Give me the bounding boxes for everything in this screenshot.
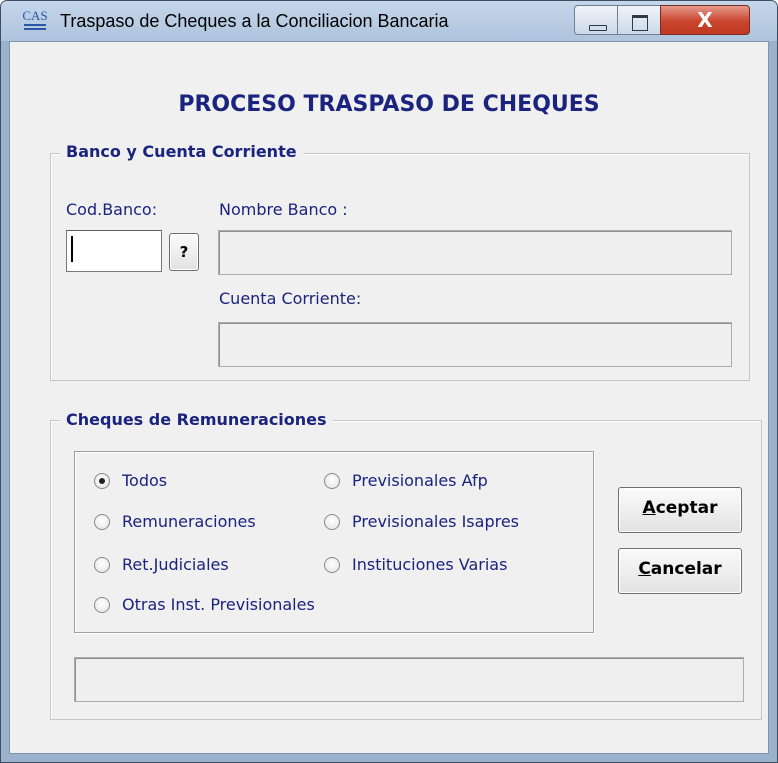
radio-indicator bbox=[94, 513, 110, 530]
cuenta-corriente-field bbox=[218, 322, 732, 367]
nombre-banco-field bbox=[218, 230, 732, 275]
app-icon[interactable]: CAS bbox=[22, 8, 48, 36]
radio-instituciones-varias[interactable]: Instituciones Varias bbox=[324, 555, 507, 574]
cod-banco-label: Cod.Banco: bbox=[66, 200, 158, 219]
cancel-mnemonic: C bbox=[638, 559, 651, 579]
radio-todos-label: Todos bbox=[122, 471, 168, 490]
radio-previsionales-afp-label: Previsionales Afp bbox=[352, 471, 488, 490]
text-caret bbox=[71, 236, 73, 262]
radio-remuneraciones-label: Remuneraciones bbox=[122, 512, 256, 531]
radio-indicator bbox=[94, 556, 110, 573]
radio-previsionales-isapres[interactable]: Previsionales Isapres bbox=[324, 512, 519, 531]
radio-previsionales-isapres-label: Previsionales Isapres bbox=[352, 512, 519, 531]
bank-lookup-button[interactable]: ? bbox=[169, 233, 199, 271]
radio-otras-inst-previsionales-label: Otras Inst. Previsionales bbox=[122, 595, 315, 614]
app-icon-text: CAS bbox=[22, 8, 48, 23]
bank-account-group-legend: Banco y Cuenta Corriente bbox=[60, 142, 303, 161]
cancel-button[interactable]: Cancelar bbox=[618, 548, 742, 594]
radio-remuneraciones[interactable]: Remuneraciones bbox=[94, 512, 256, 531]
close-button[interactable]: X bbox=[660, 5, 750, 35]
cheques-group-legend: Cheques de Remuneraciones bbox=[60, 410, 333, 429]
radio-ret-judiciales[interactable]: Ret.Judiciales bbox=[94, 555, 229, 574]
minimize-button[interactable] bbox=[574, 5, 618, 35]
radio-indicator bbox=[324, 513, 340, 530]
cuenta-corriente-label: Cuenta Corriente: bbox=[219, 289, 362, 308]
radio-indicator bbox=[94, 596, 110, 613]
close-icon: X bbox=[697, 8, 713, 32]
form-heading: PROCESO TRASPASO DE CHEQUES bbox=[178, 92, 600, 117]
cod-banco-input[interactable] bbox=[66, 230, 162, 272]
radio-todos[interactable]: Todos bbox=[94, 471, 167, 490]
radio-previsionales-afp[interactable]: Previsionales Afp bbox=[324, 471, 488, 490]
minimize-icon bbox=[589, 25, 607, 31]
radio-checked-indicator bbox=[94, 472, 110, 489]
maximize-button[interactable] bbox=[617, 5, 661, 35]
accept-button[interactable]: Aceptar bbox=[618, 487, 742, 533]
radio-ret-judiciales-label: Ret.Judiciales bbox=[122, 555, 229, 574]
maximize-icon bbox=[632, 15, 648, 31]
status-field bbox=[74, 657, 744, 702]
radio-indicator bbox=[324, 472, 340, 489]
cancel-label: ancelar bbox=[650, 559, 722, 579]
radio-instituciones-varias-label: Instituciones Varias bbox=[352, 555, 508, 574]
accept-label: ceptar bbox=[655, 498, 718, 518]
radio-indicator bbox=[324, 556, 340, 573]
window-title: Traspaso de Cheques a la Conciliacion Ba… bbox=[60, 11, 449, 31]
nombre-banco-label: Nombre Banco : bbox=[219, 200, 348, 219]
radio-otras-inst-previsionales[interactable]: Otras Inst. Previsionales bbox=[94, 595, 315, 614]
accept-mnemonic: A bbox=[642, 498, 656, 518]
